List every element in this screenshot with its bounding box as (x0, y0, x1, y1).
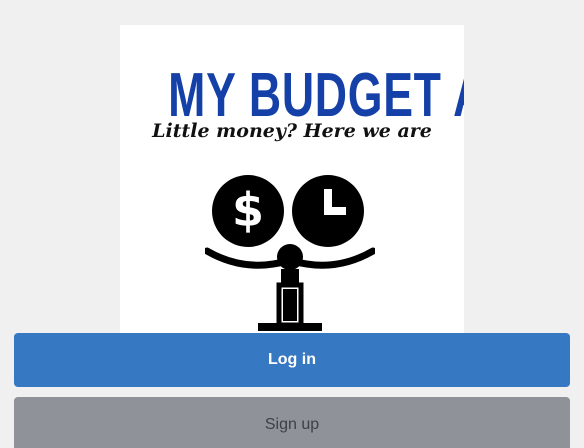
logo-title-wrap: MY BUDGET APP (120, 65, 464, 127)
login-button[interactable]: Log in (14, 333, 570, 387)
money-clock-balance-scale-icon: $ (205, 175, 375, 331)
svg-text:$: $ (232, 183, 264, 237)
logo-tagline: Little money? Here we are (152, 120, 432, 142)
signup-button[interactable]: Sign up (14, 397, 570, 448)
app-logo: MY BUDGET APP Little money? Here we are … (120, 25, 464, 335)
logo-title: MY BUDGET APP (168, 61, 464, 130)
welcome-screen: MY BUDGET APP Little money? Here we are … (0, 0, 584, 448)
